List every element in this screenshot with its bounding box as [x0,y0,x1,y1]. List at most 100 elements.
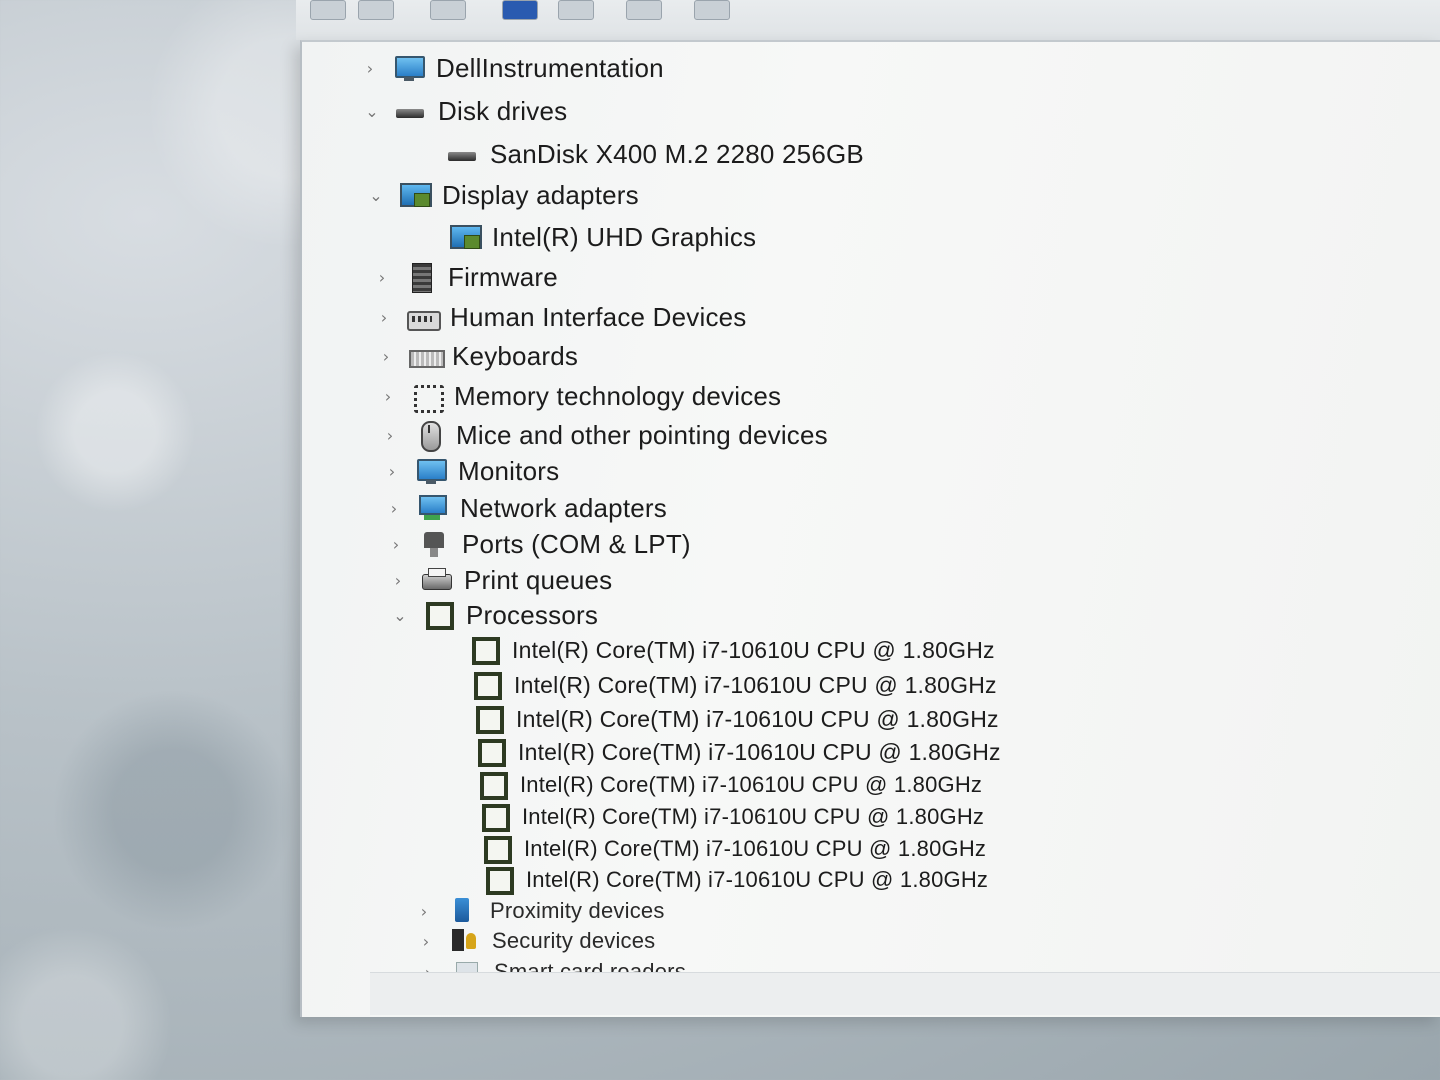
tree-node-label: Ports (COM & LPT) [462,528,691,559]
tree-leaf-cpu[interactable]: Intel(R) Core(TM) i7-10610U CPU @ 1.80GH… [448,832,986,866]
security-icon [448,927,482,955]
expand-chevron-icon[interactable]: › [378,387,398,406]
tree-node-label: SanDisk X400 M.2 2280 256GB [490,138,864,169]
printer-icon [420,566,454,594]
collapse-chevron-icon[interactable]: ⌄ [390,606,410,625]
expand-chevron-icon[interactable]: › [388,571,408,590]
processor-icon [482,866,516,895]
tree-node-ports[interactable]: › Ports (COM & LPT) [386,527,691,561]
tree-node-label: Security devices [492,928,656,953]
tree-leaf-cpu[interactable]: Intel(R) Core(TM) i7-10610U CPU @ 1.80GH… [436,633,995,667]
tree-node-firmware[interactable]: › Firmware [372,260,558,294]
tree-node-monitors[interactable]: › Monitors [382,454,559,488]
tree-node-label: Disk drives [438,95,568,126]
tree-node-label: Intel(R) Core(TM) i7-10610U CPU @ 1.80GH… [514,671,997,698]
expand-chevron-icon[interactable]: › [372,268,392,287]
processor-icon [422,601,456,630]
tree-node-disk-drives[interactable]: ⌄ Disk drives [362,94,567,128]
processor-icon [476,771,510,800]
tree-node-label: Firmware [448,261,558,292]
back-icon[interactable] [310,0,346,20]
tree-node-label: Print queues [464,564,613,595]
tree-leaf-cpu[interactable]: Intel(R) Core(TM) i7-10610U CPU @ 1.80GH… [444,768,982,802]
tree-node-keyboards[interactable]: › Keyboards [376,339,578,373]
tree-node-hid[interactable]: › Human Interface Devices [374,300,747,334]
tree-leaf-intel-uhd[interactable]: Intel(R) UHD Graphics [416,220,756,254]
tree-node-dellinstrumentation[interactable]: › DellInstrumentation [360,51,664,85]
disk-drive-icon [446,140,480,168]
mouse-icon [412,421,446,452]
hid-icon [406,303,441,331]
display-adapter-icon [448,223,482,251]
tree-node-processors[interactable]: ⌄ Processors [390,598,598,632]
tree-leaf-cpu[interactable]: Intel(R) Core(TM) i7-10610U CPU @ 1.80GH… [450,863,988,897]
tree-node-label: Display adapters [442,179,639,210]
status-bar [370,972,1440,1015]
tree-node-label: Smart card readers [494,959,686,973]
port-icon [418,530,452,558]
tree-node-mice[interactable]: › Mice and other pointing devices [380,418,828,452]
processor-icon [474,738,508,767]
tree-leaf-cpu[interactable]: Intel(R) Core(TM) i7-10610U CPU @ 1.80GH… [446,800,984,834]
tree-node-display-adapters[interactable]: ⌄ Display adapters [366,178,639,212]
tree-leaf-cpu[interactable]: Intel(R) Core(TM) i7-10610U CPU @ 1.80GH… [440,702,999,736]
processor-icon [472,705,506,734]
expand-chevron-icon[interactable]: › [360,59,380,78]
proximity-icon [446,897,480,925]
tree-leaf-cpu[interactable]: Intel(R) Core(TM) i7-10610U CPU @ 1.80GH… [438,668,997,702]
monitor-icon [414,457,448,485]
collapse-chevron-icon[interactable]: ⌄ [362,102,382,121]
tree-node-label: Intel(R) Core(TM) i7-10610U CPU @ 1.80GH… [512,636,995,663]
tree-node-label: Mice and other pointing devices [456,419,828,450]
tree-node-label: Intel(R) UHD Graphics [492,221,757,252]
toolbar [296,0,1440,40]
processor-icon [468,636,502,665]
expand-chevron-icon[interactable]: › [414,902,434,921]
tree-node-label: Intel(R) Core(TM) i7-10610U CPU @ 1.80GH… [526,867,989,892]
tree-node-label: Intel(R) Core(TM) i7-10610U CPU @ 1.80GH… [522,804,985,829]
tree-clip: › Smart card readers [370,955,970,973]
tree-node-label: Keyboards [452,340,579,371]
tree-node-label: Processors [466,599,599,630]
tree-node-label: Proximity devices [490,898,665,923]
disk-drive-icon [394,97,428,125]
expand-chevron-icon[interactable]: › [384,499,404,518]
tree-leaf-sandisk[interactable]: SanDisk X400 M.2 2280 256GB [414,137,864,171]
display-adapter-icon [398,181,432,209]
scan-hardware-icon[interactable] [626,0,662,20]
tree-node-label: Memory technology devices [454,380,782,411]
tree-node-security[interactable]: › Security devices [416,924,655,958]
collapse-chevron-icon[interactable]: ⌄ [366,186,386,205]
expand-chevron-icon[interactable]: › [386,535,406,554]
tree-node-label: Network adapters [460,492,667,523]
forward-icon[interactable] [358,0,394,20]
processor-icon [478,803,512,832]
tree-node-print-queues[interactable]: › Print queues [388,563,612,597]
expand-chevron-icon[interactable]: › [374,308,394,327]
properties-icon[interactable] [502,0,538,20]
monitor-icon [392,54,426,82]
tree-node-proximity[interactable]: › Proximity devices [414,894,665,928]
show-hide-tree-icon[interactable] [430,0,466,20]
tree-node-memory[interactable]: › Memory technology devices [378,379,781,413]
expand-chevron-icon[interactable]: › [416,932,436,951]
tree-node-label: Intel(R) Core(TM) i7-10610U CPU @ 1.80GH… [520,772,983,797]
network-adapter-icon [416,494,450,522]
tree-node-smart-card[interactable]: › Smart card readers [418,955,686,973]
tree-node-label: Intel(R) Core(TM) i7-10610U CPU @ 1.80GH… [516,705,999,732]
processor-icon [470,671,504,700]
tree-node-label: Monitors [458,455,560,486]
tree-node-label: Intel(R) Core(TM) i7-10610U CPU @ 1.80GH… [518,738,1001,765]
expand-chevron-icon[interactable]: › [376,347,396,366]
expand-chevron-icon[interactable]: › [380,426,400,445]
tree-leaf-cpu[interactable]: Intel(R) Core(TM) i7-10610U CPU @ 1.80GH… [442,735,1001,769]
firmware-icon [404,263,438,293]
memory-icon [410,382,444,413]
help-icon[interactable] [558,0,594,20]
keyboard-icon [408,342,445,370]
processor-icon [480,835,514,864]
monitor-toolbar-icon[interactable] [694,0,730,20]
tree-node-label: DellInstrumentation [436,52,664,83]
expand-chevron-icon[interactable]: › [382,462,402,481]
tree-node-network[interactable]: › Network adapters [384,491,667,525]
